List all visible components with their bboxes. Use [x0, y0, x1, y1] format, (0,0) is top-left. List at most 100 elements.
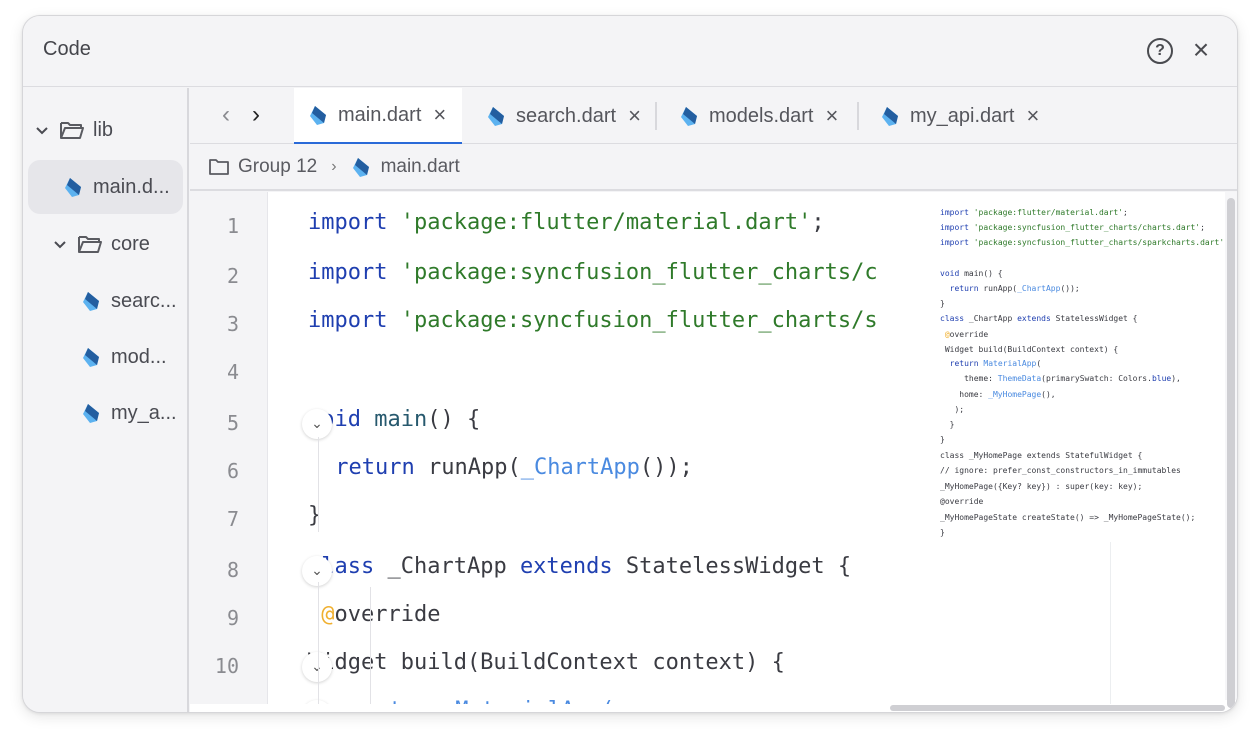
- code-token: import: [308, 308, 388, 333]
- minimap-token: (),: [1041, 390, 1056, 399]
- indent-guide: [318, 437, 319, 532]
- tab-close-icon[interactable]: ×: [628, 103, 641, 129]
- horizontal-scroll-thumb[interactable]: [890, 705, 1225, 711]
- line-number: 10: [214, 654, 239, 678]
- code-token: return: [335, 455, 415, 480]
- help-icon[interactable]: ?: [1147, 38, 1173, 64]
- minimap-line: import 'package:flutter/material.dart';: [940, 208, 1128, 217]
- breadcrumb-folder[interactable]: Group 12: [238, 156, 317, 178]
- minimap[interactable]: import 'package:flutter/material.dart'; i…: [940, 202, 1237, 542]
- fold-chevron-icon[interactable]: ⌄: [302, 409, 332, 439]
- tab-models-dart[interactable]: models.dart ×: [665, 88, 838, 144]
- editor-area: ‹ › main.dart × search.dart × models.dar…: [190, 88, 1237, 712]
- close-icon[interactable]: ×: [1187, 36, 1215, 64]
- tab-label: my_api.dart: [910, 104, 1015, 127]
- minimap-token: @override: [940, 497, 984, 506]
- minimap-token: }: [940, 299, 945, 308]
- tree-file-models[interactable]: mod...: [81, 330, 167, 384]
- code-token: 'package:syncfusion_flutter_charts/s: [400, 308, 878, 333]
- code-line[interactable]: @override: [308, 602, 440, 627]
- back-button[interactable]: ‹: [214, 102, 238, 130]
- forward-button[interactable]: ›: [244, 102, 268, 130]
- code-window: Code ? × lib main.d... core searc... mod…: [22, 15, 1238, 713]
- code-line[interactable]: void main() {: [308, 407, 480, 432]
- line-number: 1: [226, 214, 239, 238]
- minimap-line: // ignore: prefer_const_constructors_in_…: [940, 466, 1181, 475]
- chevron-down-icon[interactable]: [35, 123, 49, 137]
- code-token: 'package:syncfusion_flutter_charts/c: [400, 260, 878, 285]
- tree-folder-lib[interactable]: lib: [35, 103, 113, 157]
- breadcrumb-file[interactable]: main.dart: [381, 156, 460, 178]
- tab-close-icon[interactable]: ×: [826, 103, 839, 129]
- minimap-token: import: [940, 238, 969, 247]
- minimap-token: extends: [1017, 314, 1051, 323]
- tree-file-my-api[interactable]: my_a...: [81, 386, 177, 440]
- minimap-token: blue: [1151, 374, 1172, 383]
- horizontal-scrollbar[interactable]: [190, 704, 1225, 712]
- minimap-token: }: [940, 528, 945, 537]
- minimap-token: ),: [1171, 374, 1181, 383]
- code-token: import: [308, 210, 388, 235]
- breadcrumb: Group 12 › main.dart: [190, 145, 1237, 191]
- indent-guide: [318, 582, 319, 712]
- code-token: _ChartApp: [374, 554, 520, 579]
- dart-file-icon: [352, 158, 369, 177]
- minimap-divider: [1110, 542, 1111, 712]
- tab-my-api-dart[interactable]: my_api.dart ×: [866, 88, 1039, 144]
- chevron-down-icon[interactable]: [53, 237, 67, 251]
- fold-chevron-icon[interactable]: ⌄: [302, 652, 332, 682]
- code-token: 'package:flutter/material.dart': [400, 210, 812, 235]
- code-line[interactable]: }: [308, 503, 321, 528]
- tab-search-dart[interactable]: search.dart ×: [472, 88, 641, 144]
- tree-file-main[interactable]: main.d...: [28, 160, 183, 214]
- code-line[interactable]: return runApp(_ChartApp());: [322, 455, 693, 480]
- minimap-token: [940, 359, 950, 368]
- code-line[interactable]: import 'package:syncfusion_flutter_chart…: [308, 260, 878, 285]
- title-bar: Code ? ×: [23, 16, 1237, 87]
- tab-label: search.dart: [516, 104, 617, 127]
- minimap-token: class: [940, 314, 965, 323]
- minimap-line: return runApp(_ChartApp());: [940, 284, 1080, 293]
- code-editor[interactable]: 1234567891011 import 'package:flutter/ma…: [190, 192, 1237, 712]
- minimap-token: StatelessWidget {: [1050, 314, 1138, 323]
- code-token: main: [374, 407, 428, 432]
- window-title: Code: [43, 38, 91, 60]
- minimap-token: _MyHomePage: [988, 390, 1042, 399]
- minimap-token: return: [949, 284, 979, 293]
- tree-folder-core[interactable]: core: [53, 217, 150, 271]
- minimap-token: 'package:syncfusion_flutter_charts/chart…: [973, 223, 1201, 232]
- tree-item-label: my_a...: [111, 401, 177, 424]
- code-line[interactable]: import 'package:syncfusion_flutter_chart…: [308, 308, 878, 333]
- minimap-token: import: [940, 223, 969, 232]
- tree-file-search[interactable]: searc...: [81, 274, 177, 328]
- code-token: ());: [639, 455, 693, 480]
- line-number: 2: [226, 264, 239, 288]
- minimap-line: home: _MyHomePage(),: [940, 390, 1056, 399]
- tab-close-icon[interactable]: ×: [433, 102, 446, 128]
- minimap-token: 'package:flutter/material.dart': [973, 208, 1124, 217]
- minimap-token: MaterialApp: [983, 359, 1037, 368]
- tab-main-dart[interactable]: main.dart ×: [294, 88, 462, 144]
- minimap-line: void main() {: [940, 269, 1003, 278]
- minimap-token: 'package:syncfusion_flutter_charts/spark…: [973, 238, 1225, 247]
- minimap-token: // ignore: prefer_const_constructors_in_…: [940, 466, 1181, 475]
- fold-chevron-icon[interactable]: ⌄: [302, 556, 332, 586]
- code-line[interactable]: class _ChartApp extends StatelessWidget …: [308, 554, 851, 579]
- minimap-line: class _ChartApp extends StatelessWidget …: [940, 314, 1138, 323]
- vertical-scrollbar[interactable]: [1225, 192, 1237, 708]
- minimap-token: runApp(: [978, 284, 1018, 293]
- minimap-token: ;: [1200, 223, 1205, 232]
- tab-separator: [857, 102, 859, 130]
- tree-item-label: mod...: [111, 345, 167, 368]
- breadcrumb-separator: ›: [331, 158, 337, 175]
- vertical-scroll-thumb[interactable]: [1227, 198, 1235, 708]
- code-line[interactable]: import 'package:flutter/material.dart';: [308, 210, 825, 235]
- tab-close-icon[interactable]: ×: [1027, 103, 1040, 129]
- minimap-token: }: [940, 420, 955, 429]
- minimap-token: }: [940, 435, 945, 444]
- tree-item-label: lib: [93, 118, 114, 141]
- minimap-line: }: [940, 299, 945, 308]
- code-line[interactable]: Widget build(BuildContext context) {: [308, 650, 785, 675]
